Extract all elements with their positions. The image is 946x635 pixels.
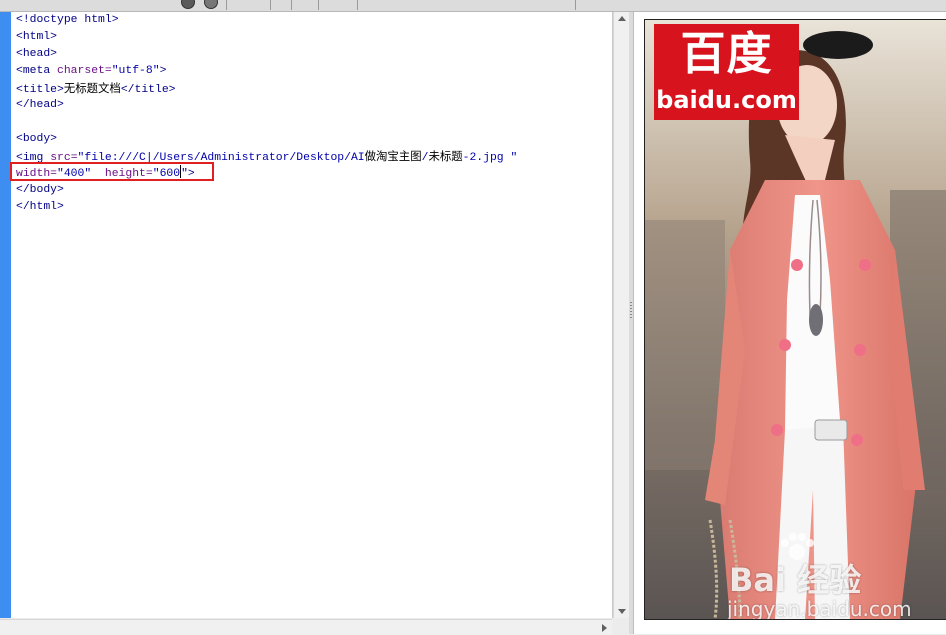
toolbar-separator — [575, 0, 576, 10]
code-token: <body> — [16, 133, 58, 145]
code-line[interactable]: <meta charset="utf-8"> — [16, 63, 517, 80]
code-token: 无标题文档 — [63, 81, 121, 95]
code-token: <title> — [16, 84, 64, 96]
code-line[interactable] — [16, 114, 517, 131]
code-token: <html> — [16, 31, 58, 43]
highlight-box — [10, 162, 214, 181]
code-token: </head> — [16, 99, 64, 111]
code-token: <meta — [16, 65, 58, 77]
scroll-down-icon[interactable] — [618, 609, 626, 614]
code-token: 做淘宝主图 — [364, 149, 422, 163]
watermark-main-text: Bai 经验 — [729, 561, 862, 599]
code-view[interactable]: <!doctype html> <html> <head> <meta charset… — [16, 12, 517, 216]
editor-gutter — [0, 12, 11, 618]
preview-image-frame[interactable]: 百度 baidu.com Bai 经验 jingyan.baidu.com — [644, 19, 946, 620]
toolbar-separator — [357, 0, 358, 10]
splitter-grip — [630, 302, 632, 303]
editor-vertical-scrollbar[interactable] — [613, 12, 629, 618]
splitter-grip — [630, 308, 632, 309]
code-line[interactable]: </html> — [16, 199, 517, 216]
code-token: charset= — [57, 65, 112, 77]
code-token: <!doctype html> — [16, 14, 119, 26]
toolbar-separator — [270, 0, 271, 10]
code-line[interactable]: </body> — [16, 182, 517, 199]
scroll-right-icon[interactable] — [602, 624, 607, 632]
code-token: </html> — [16, 201, 64, 213]
watermark-url: jingyan.baidu.com — [727, 597, 912, 620]
code-token: <head> — [16, 48, 58, 60]
toolbar-icon-b[interactable] — [204, 0, 218, 9]
code-token: 未标题 — [428, 149, 463, 163]
code-token: </body> — [16, 184, 64, 196]
code-line[interactable]: <title>无标题文档</title> — [16, 80, 517, 97]
logo-english: baidu.com — [656, 86, 797, 114]
code-line[interactable]: <!doctype html> — [16, 12, 517, 29]
toolbar-separator — [226, 0, 227, 10]
splitter-grip — [630, 317, 632, 318]
code-editor[interactable]: <!doctype html> <html> <head> <meta charset… — [0, 12, 613, 618]
code-line[interactable]: <head> — [16, 46, 517, 63]
code-token: -2.jpg " — [462, 152, 518, 164]
code-line[interactable]: <body> — [16, 131, 517, 148]
splitter-grip — [630, 314, 632, 315]
baidu-jingyan-watermark: Bai 经验 jingyan.baidu.com — [725, 533, 946, 620]
code-token: > — [159, 65, 167, 77]
code-token: </title> — [120, 84, 176, 96]
design-preview-pane[interactable]: 百度 baidu.com Bai 经验 jingyan.baidu.com — [633, 12, 946, 634]
toolbar-icon-a[interactable] — [181, 0, 195, 9]
logo-chinese: 百度 — [680, 27, 773, 80]
code-line[interactable]: <html> — [16, 29, 517, 46]
toolbar — [0, 0, 946, 12]
editor-horizontal-scrollbar[interactable] — [0, 619, 612, 635]
baidu-logo: 百度 baidu.com — [654, 24, 799, 120]
scroll-up-icon[interactable] — [618, 16, 626, 21]
splitter-grip — [630, 311, 632, 312]
splitter-grip — [630, 305, 632, 306]
toolbar-separator — [318, 0, 319, 10]
toolbar-separator — [291, 0, 292, 10]
code-line[interactable]: </head> — [16, 97, 517, 114]
code-token: "utf-8" — [111, 65, 160, 77]
